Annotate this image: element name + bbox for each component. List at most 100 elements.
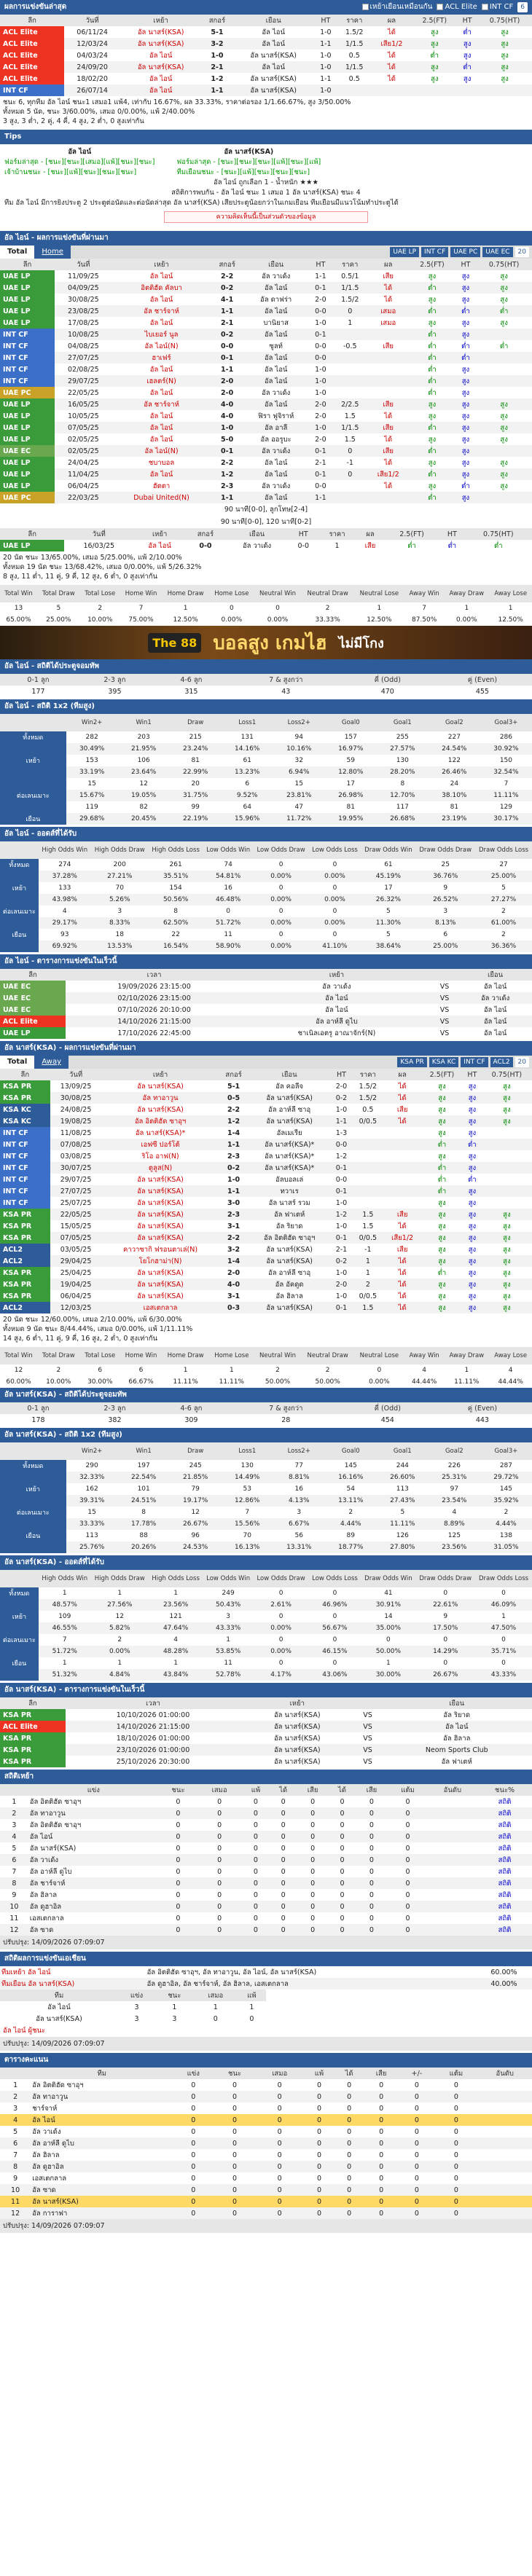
ad-banner[interactable]: The 88 บอลสูง เกมไฮ ไม่มีโกง: [0, 626, 532, 659]
stats-link[interactable]: สถิติ: [477, 1831, 532, 1842]
away-team[interactable]: อัล คอลีจ: [249, 1080, 331, 1092]
away-team[interactable]: อัล ไอน์: [243, 364, 309, 375]
stats-link[interactable]: สถิติ: [477, 1819, 532, 1831]
league-filter[interactable]: KSA PR: [397, 1057, 427, 1067]
home-team[interactable]: อัล นาสร์(KSA): [240, 1744, 354, 1756]
home-team[interactable]: อัล ชาร์จาห์: [112, 398, 211, 410]
home-team[interactable]: อัล นาสร์(KSA): [101, 1104, 219, 1115]
home-team[interactable]: อัล นาสร์(KSA): [101, 1209, 219, 1220]
home-team[interactable]: เอฟซี ปอร์โต้: [101, 1139, 219, 1150]
home-team[interactable]: อัล ไอน์: [120, 73, 201, 85]
away-team[interactable]: อัล นาสร์(KSA): [233, 73, 314, 85]
stats-link[interactable]: สถิติ: [477, 1877, 532, 1889]
away-team[interactable]: อัล วาเด้ง: [243, 445, 309, 457]
home-team[interactable]: อัล นาสร์(KSA): [101, 1290, 219, 1302]
away-team[interactable]: อัล ดาฟร่า: [243, 294, 309, 305]
away-team[interactable]: อัล นาสร์(KSA): [233, 50, 314, 61]
away-team[interactable]: อัลบอลเล่: [249, 1174, 331, 1185]
home-team[interactable]: อัล อิตติฮัด ซาอุฯ: [101, 1115, 219, 1127]
away-team[interactable]: อัล วาเด้ง: [243, 387, 309, 398]
away-team[interactable]: อัล ริยาด: [381, 1709, 532, 1721]
away-team[interactable]: อัล วาเด้ง: [243, 270, 309, 282]
stats-link[interactable]: สถิติ: [477, 1889, 532, 1901]
away-team[interactable]: อัล อาห์ลี ซาอุ: [249, 1267, 331, 1279]
away-team[interactable]: อัล ฮิลาล: [249, 1290, 331, 1302]
away-team[interactable]: อัล ไอน์: [243, 398, 309, 410]
home-team[interactable]: อัล ไอน์(N): [112, 340, 211, 352]
away-team[interactable]: Neom Sports Club: [381, 1744, 532, 1756]
away-team[interactable]: อัล ไอน์: [232, 38, 314, 50]
away-team[interactable]: อัล ไอน์: [232, 61, 314, 73]
away-team[interactable]: อัล ไอน์: [458, 1004, 532, 1016]
stats-link[interactable]: สถิติ: [477, 1854, 532, 1866]
away-team[interactable]: ซูลท์: [243, 340, 309, 352]
stats-link[interactable]: สถิติ: [477, 1924, 532, 1936]
away-team[interactable]: อัล ฟาเตห์: [248, 1209, 331, 1220]
home-team[interactable]: อัล ไอน์: [120, 85, 202, 96]
stats-link[interactable]: สถิติ: [477, 1901, 532, 1912]
away-team[interactable]: อัล นาสร์(KSA): [248, 1115, 331, 1127]
stats-link[interactable]: สถิติ: [477, 1842, 532, 1854]
home-team[interactable]: อัล นาสร์(KSA): [240, 1721, 354, 1732]
tab-tab_away[interactable]: Away: [34, 1056, 69, 1069]
home-team[interactable]: อัล นาสร์(KSA): [101, 1197, 219, 1209]
away-team[interactable]: อัล ไอน์: [243, 305, 309, 317]
away-team[interactable]: อัลเมเรีย: [249, 1127, 331, 1139]
away-team[interactable]: อัล นาสร์(KSA)*: [248, 1162, 331, 1174]
home-team[interactable]: อัล นาสร์(KSA): [101, 1080, 219, 1092]
home-team[interactable]: อิตติฮัด คัลบา: [112, 282, 211, 294]
home-team[interactable]: เอสเตกลาล: [101, 1302, 219, 1313]
away-team[interactable]: อัล วาเด้ง: [225, 540, 289, 551]
away-team[interactable]: อัล ไอน์: [233, 26, 314, 38]
home-team[interactable]: อัล อาห์ลี ดูไบ: [243, 1016, 431, 1027]
away-team[interactable]: อัล อัคดูด: [248, 1279, 331, 1290]
filter-checkbox[interactable]: INT CF: [481, 0, 513, 15]
home-team[interactable]: อัล ไอน์: [112, 294, 211, 305]
home-team[interactable]: อัล ไอน์: [112, 410, 211, 422]
away-team[interactable]: อัล ไอน์: [243, 492, 309, 503]
home-team[interactable]: อัล ไอน์: [133, 540, 186, 551]
home-team[interactable]: อัล ไอน์: [112, 433, 211, 445]
home-team[interactable]: ชาเนิลเอตรู อาณาจักร์(N): [243, 1027, 431, 1039]
home-team[interactable]: อัล ไอน์: [112, 364, 211, 375]
tab-total[interactable]: Total: [0, 246, 35, 259]
away-team[interactable]: อัล นาสร์(KSA): [249, 1244, 331, 1255]
league-filter[interactable]: ACL2: [490, 1057, 513, 1067]
league-filter[interactable]: KSA KC: [429, 1057, 459, 1067]
away-team[interactable]: อัล นาสร์(KSA)*: [249, 1150, 331, 1162]
away-team[interactable]: อัล นาสร์(KSA): [248, 1255, 331, 1267]
home-team[interactable]: อัล นาสร์(KSA): [101, 1220, 219, 1232]
stats-link[interactable]: สถิติ: [477, 1912, 532, 1924]
league-filter[interactable]: UAE LP: [390, 247, 420, 257]
league-filter[interactable]: INT CF: [461, 1057, 488, 1067]
league-filter[interactable]: UAE EC: [482, 247, 513, 257]
tab-tab_home[interactable]: Home: [34, 246, 71, 259]
home-team[interactable]: เฮลตร์(N): [112, 375, 211, 387]
away-team[interactable]: อัล ไอน์: [458, 1016, 532, 1027]
home-team[interactable]: อัล ไอน์: [243, 1004, 431, 1016]
away-team[interactable]: อัล ไอน์: [243, 352, 309, 364]
home-team[interactable]: อัล ไอน์: [112, 468, 211, 480]
home-team[interactable]: อัล นาสร์(KSA): [101, 1267, 219, 1279]
home-team[interactable]: คาวาซากิ ฟรอนตาเล่(N): [101, 1244, 219, 1255]
home-team[interactable]: ริโอ อาฟ(N): [101, 1150, 219, 1162]
home-team[interactable]: อัล ทาอาวูน: [101, 1092, 219, 1104]
stats-link[interactable]: สถิติ: [477, 1866, 532, 1877]
home-team[interactable]: อัล นาสร์(KSA): [240, 1709, 353, 1721]
count-select[interactable]: 20: [515, 247, 529, 257]
away-team[interactable]: อัล อาลี: [243, 422, 309, 433]
home-team[interactable]: อัล นาสร์(KSA): [120, 26, 201, 38]
league-filter[interactable]: UAE PC: [450, 247, 481, 257]
home-team[interactable]: อัล นาสร์(KSA): [101, 1279, 219, 1290]
filter-checkbox[interactable]: ACL Elite: [437, 0, 477, 15]
away-team[interactable]: อัล ฮิลาล: [381, 1732, 532, 1744]
away-team[interactable]: บานิยาส: [243, 317, 309, 329]
home-team[interactable]: อัล นาสร์(KSA): [240, 1756, 353, 1767]
away-team[interactable]: อัล นาสร์(KSA): [232, 85, 314, 96]
away-team[interactable]: อัล วาเด้ง: [458, 992, 532, 1004]
away-team[interactable]: อัล ไอน์: [458, 981, 532, 992]
away-team[interactable]: อัล ไอน์: [458, 1027, 532, 1039]
home-team[interactable]: อัล ไอน์: [120, 50, 201, 61]
away-team[interactable]: อัล อาห์ลี ซาอุ: [249, 1104, 331, 1115]
home-team[interactable]: อัล นาสร์(KSA): [101, 1174, 219, 1185]
